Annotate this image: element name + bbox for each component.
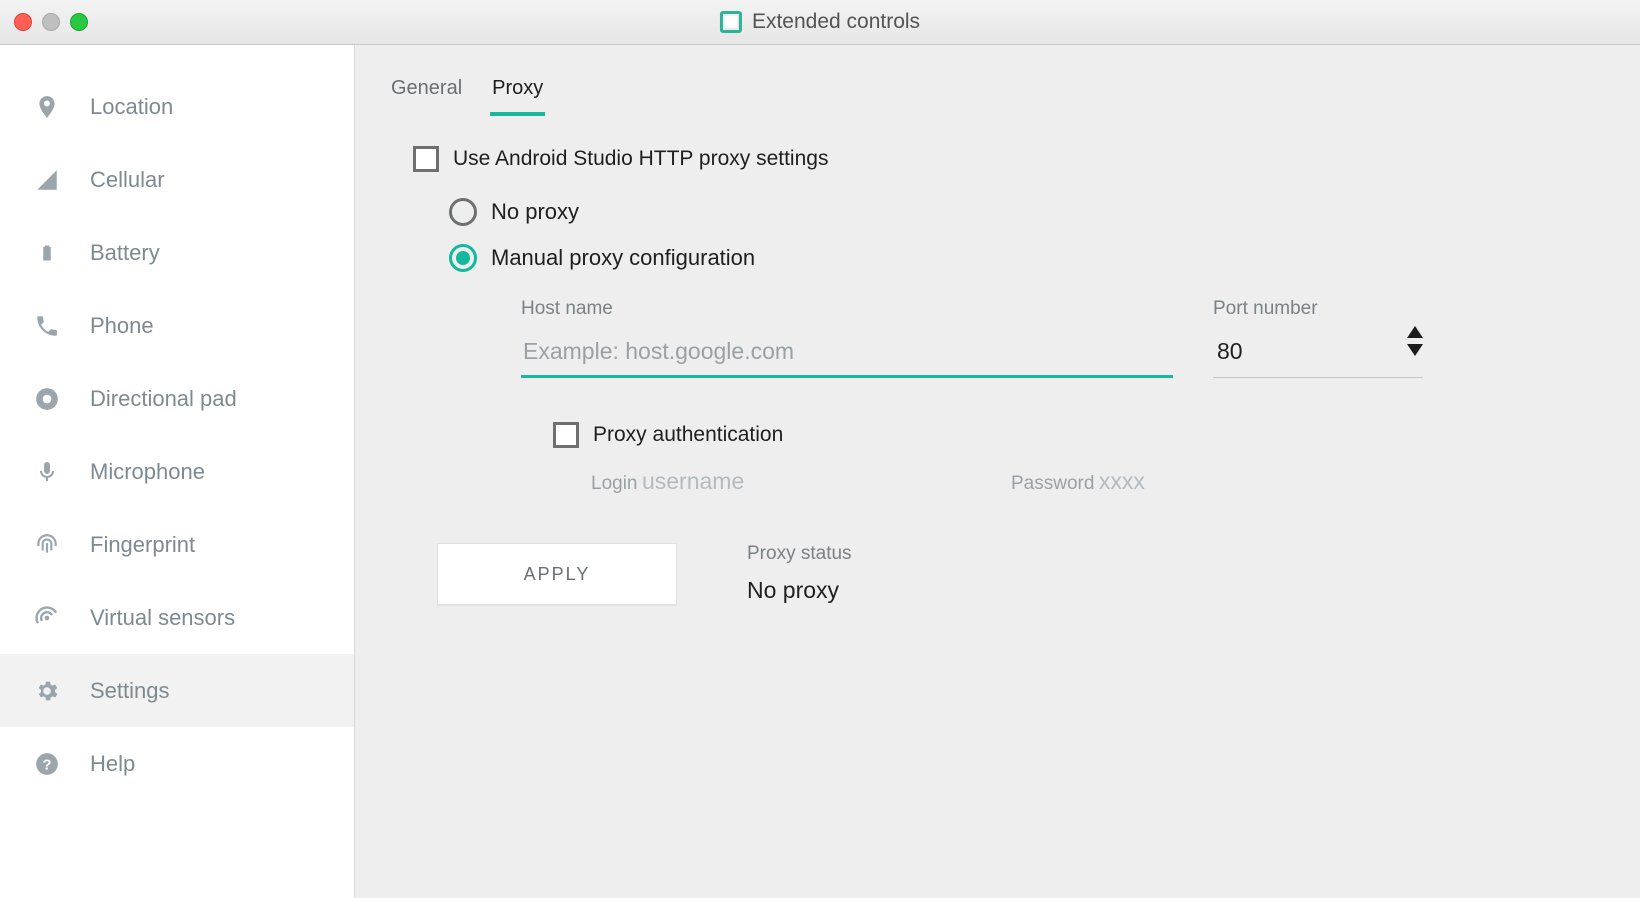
sidebar-item-cellular[interactable]: Cellular bbox=[0, 143, 354, 216]
sidebar-item-label: Battery bbox=[90, 240, 160, 266]
sidebar-item-label: Virtual sensors bbox=[90, 605, 235, 631]
titlebar: Extended controls bbox=[0, 0, 1640, 45]
microphone-icon bbox=[32, 457, 62, 487]
proxy-status-label: Proxy status bbox=[747, 543, 852, 565]
tab-proxy[interactable]: Proxy bbox=[490, 73, 545, 116]
port-number-label: Port number bbox=[1213, 298, 1423, 320]
fingerprint-icon bbox=[32, 530, 62, 560]
login-label: Login bbox=[591, 473, 638, 494]
divider bbox=[1213, 377, 1423, 378]
close-window-button[interactable] bbox=[14, 13, 32, 31]
manual-proxy-radio[interactable] bbox=[449, 244, 477, 272]
stepper-down-icon[interactable] bbox=[1407, 344, 1423, 356]
host-name-input[interactable] bbox=[521, 332, 1173, 378]
main-pane: General Proxy Use Android Studio HTTP pr… bbox=[355, 45, 1640, 898]
phone-icon bbox=[32, 311, 62, 341]
proxy-status-value: No proxy bbox=[747, 577, 852, 604]
sidebar-item-battery[interactable]: Battery bbox=[0, 216, 354, 289]
apply-button[interactable]: APPLY bbox=[437, 543, 677, 605]
proxy-auth-label: Proxy authentication bbox=[593, 423, 783, 447]
sidebar-item-label: Directional pad bbox=[90, 386, 237, 412]
window: Extended controls Location Cellular bbox=[0, 0, 1640, 898]
battery-icon bbox=[32, 238, 62, 268]
password-input[interactable]: xxxx bbox=[1099, 468, 1145, 494]
traffic-lights bbox=[14, 13, 88, 31]
zoom-window-button[interactable] bbox=[70, 13, 88, 31]
sidebar-item-label: Location bbox=[90, 94, 173, 120]
host-name-label: Host name bbox=[521, 298, 1173, 320]
stepper-up-icon[interactable] bbox=[1407, 326, 1423, 338]
window-title-group: Extended controls bbox=[720, 10, 920, 34]
manual-proxy-label: Manual proxy configuration bbox=[491, 245, 755, 271]
sidebar-item-fingerprint[interactable]: Fingerprint bbox=[0, 508, 354, 581]
svg-text:?: ? bbox=[42, 756, 51, 773]
sensors-icon bbox=[32, 603, 62, 633]
minimize-window-button[interactable] bbox=[42, 13, 60, 31]
sidebar-item-phone[interactable]: Phone bbox=[0, 289, 354, 362]
use-studio-proxy-label: Use Android Studio HTTP proxy settings bbox=[453, 147, 828, 171]
window-title: Extended controls bbox=[752, 10, 920, 34]
no-proxy-radio[interactable] bbox=[449, 198, 477, 226]
tabs: General Proxy bbox=[389, 73, 1606, 116]
password-label: Password bbox=[1011, 473, 1094, 494]
cellular-signal-icon bbox=[32, 165, 62, 195]
sidebar-item-microphone[interactable]: Microphone bbox=[0, 435, 354, 508]
help-icon: ? bbox=[32, 749, 62, 779]
sidebar-item-location[interactable]: Location bbox=[0, 70, 354, 143]
gear-icon bbox=[32, 676, 62, 706]
tab-general[interactable]: General bbox=[389, 73, 464, 116]
location-pin-icon bbox=[32, 92, 62, 122]
login-input[interactable]: username bbox=[642, 468, 744, 494]
sidebar-item-help[interactable]: ? Help bbox=[0, 727, 354, 800]
dpad-icon bbox=[32, 384, 62, 414]
sidebar-item-label: Microphone bbox=[90, 459, 205, 485]
sidebar-item-label: Phone bbox=[90, 313, 154, 339]
sidebar-item-label: Fingerprint bbox=[90, 532, 195, 558]
proxy-auth-checkbox[interactable] bbox=[553, 422, 579, 448]
sidebar-item-dpad[interactable]: Directional pad bbox=[0, 362, 354, 435]
sidebar-item-label: Cellular bbox=[90, 167, 165, 193]
app-icon bbox=[720, 11, 742, 33]
port-stepper[interactable] bbox=[1407, 326, 1423, 356]
sidebar: Location Cellular Battery Phone bbox=[0, 45, 355, 898]
use-studio-proxy-checkbox[interactable] bbox=[413, 146, 439, 172]
body: Location Cellular Battery Phone bbox=[0, 45, 1640, 898]
sidebar-item-label: Help bbox=[90, 751, 135, 777]
no-proxy-label: No proxy bbox=[491, 199, 579, 225]
port-number-input[interactable]: 80 bbox=[1213, 332, 1423, 375]
sidebar-item-settings[interactable]: Settings bbox=[0, 654, 354, 727]
sidebar-item-virtual-sensors[interactable]: Virtual sensors bbox=[0, 581, 354, 654]
sidebar-item-label: Settings bbox=[90, 678, 170, 704]
